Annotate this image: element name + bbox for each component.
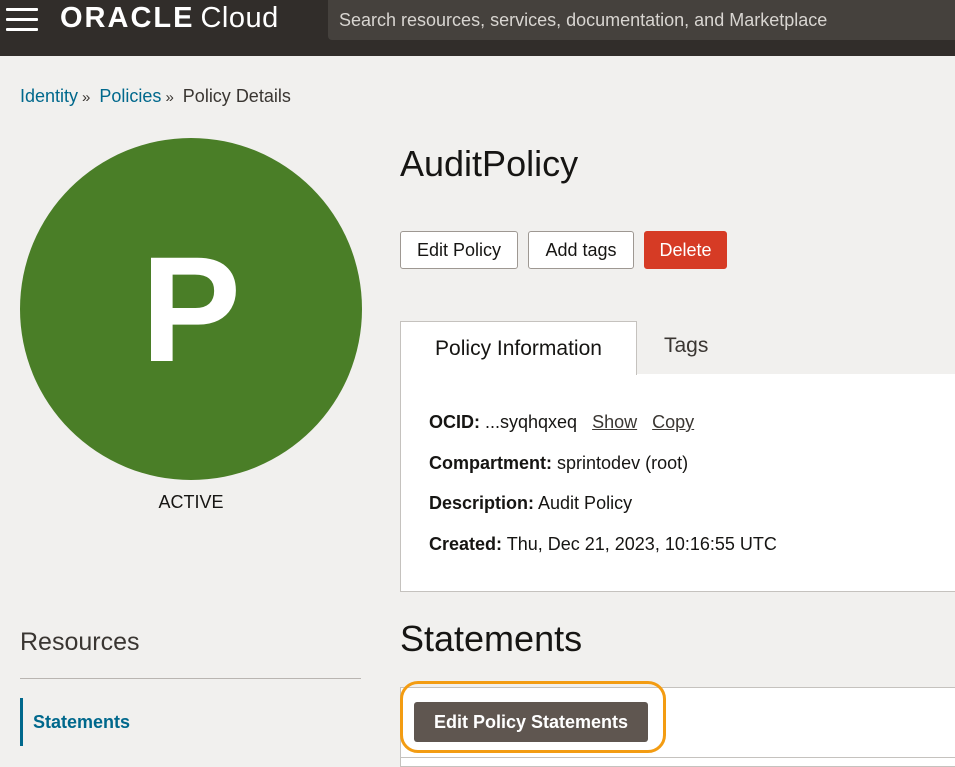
brand-oracle: ORACLE: [60, 2, 195, 34]
ocid-label: OCID:: [429, 412, 480, 432]
breadcrumb-policies[interactable]: Policies: [99, 86, 161, 106]
created-value: Thu, Dec 21, 2023, 10:16:55 UTC: [506, 534, 777, 554]
top-bar: ORACLE Cloud Search resources, services, …: [0, 0, 955, 56]
breadcrumb-identity[interactable]: Identity: [20, 86, 78, 106]
tab-policy-information[interactable]: Policy Information: [400, 321, 637, 375]
breadcrumb-separator: »: [82, 89, 91, 106]
menu-icon[interactable]: [6, 8, 38, 32]
tab-tags[interactable]: Tags: [664, 334, 708, 358]
compartment-label: Compartment:: [429, 453, 553, 473]
ocid-row: OCID: ...syqhqxeq Show Copy: [429, 412, 694, 433]
created-label: Created:: [429, 534, 503, 554]
policy-info-panel: OCID: ...syqhqxeq Show Copy Compartment:…: [400, 374, 955, 592]
resources-divider: [20, 678, 361, 679]
edit-policy-statements-button[interactable]: Edit Policy Statements: [414, 702, 648, 742]
delete-button[interactable]: Delete: [644, 231, 727, 269]
breadcrumb-current: Policy Details: [182, 86, 291, 106]
created-row: Created: Thu, Dec 21, 2023, 10:16:55 UTC: [429, 534, 777, 555]
brand-cloud: Cloud: [200, 2, 279, 34]
add-tags-button[interactable]: Add tags: [528, 231, 634, 269]
policy-avatar: P: [20, 138, 362, 480]
breadcrumb: Identity» Policies» Policy Details: [20, 86, 291, 107]
description-label: Description:: [429, 493, 535, 513]
compartment-value: sprintodev (root): [557, 453, 689, 473]
copy-ocid-link[interactable]: Copy: [652, 412, 694, 432]
show-ocid-link[interactable]: Show: [592, 412, 637, 432]
description-row: Description: Audit Policy: [429, 493, 632, 514]
search-input[interactable]: Search resources, services, documentatio…: [328, 0, 955, 40]
oracle-cloud-logo[interactable]: ORACLE Cloud: [60, 2, 279, 35]
edit-policy-button[interactable]: Edit Policy: [400, 231, 518, 269]
statements-table-divider: [400, 757, 955, 758]
status-label: ACTIVE: [158, 492, 224, 512]
ocid-value: ...syqhqxeq: [485, 412, 578, 432]
description-value: Audit Policy: [538, 493, 633, 513]
compartment-row: Compartment: sprintodev (root): [429, 453, 688, 474]
statements-heading: Statements: [400, 618, 583, 659]
page-title: AuditPolicy: [400, 143, 579, 184]
breadcrumb-separator: »: [165, 89, 174, 106]
resources-heading: Resources: [20, 628, 140, 656]
resource-item-statements[interactable]: Statements: [20, 698, 130, 746]
